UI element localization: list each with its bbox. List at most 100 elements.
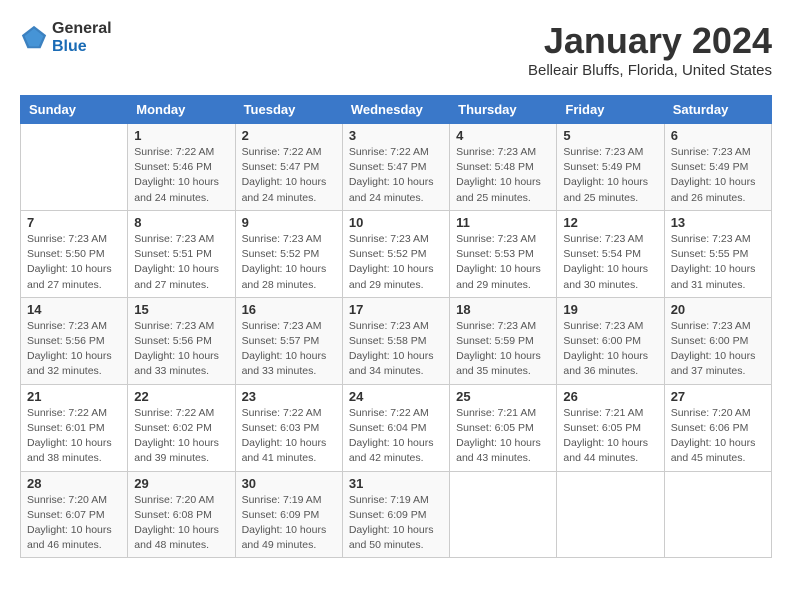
calendar-week-row: 7Sunrise: 7:23 AM Sunset: 5:50 PM Daylig… bbox=[21, 210, 772, 297]
day-number: 26 bbox=[563, 389, 657, 404]
day-info: Sunrise: 7:23 AM Sunset: 5:52 PM Dayligh… bbox=[349, 232, 443, 293]
day-info: Sunrise: 7:23 AM Sunset: 5:56 PM Dayligh… bbox=[27, 319, 121, 380]
page-header: General Blue January 2024 Belleair Bluff… bbox=[20, 20, 772, 79]
day-number: 30 bbox=[242, 476, 336, 491]
day-number: 8 bbox=[134, 215, 228, 230]
calendar-day-cell: 4Sunrise: 7:23 AM Sunset: 5:48 PM Daylig… bbox=[450, 124, 557, 211]
calendar-week-row: 28 Sunrise: 7:20 AM Sunset: 6:07 PM Dayli… bbox=[21, 471, 772, 558]
logo: General Blue bbox=[20, 20, 112, 55]
day-info: Sunrise: 7:23 AM Sunset: 5:56 PM Dayligh… bbox=[134, 319, 228, 380]
calendar-day-cell: 20Sunrise: 7:23 AM Sunset: 6:00 PM Dayli… bbox=[664, 297, 771, 384]
calendar-day-cell: 24 Sunrise: 7:22 AM Sunset: 6:04 PM Dayli… bbox=[342, 384, 449, 471]
logo-text: General Blue bbox=[52, 20, 112, 55]
day-number: 2 bbox=[242, 128, 336, 143]
day-info: Sunrise: 7:22 AM Sunset: 6:01 PM Dayligh… bbox=[27, 406, 121, 467]
calendar-week-row: 1Sunrise: 7:22 AM Sunset: 5:46 PM Daylig… bbox=[21, 124, 772, 211]
day-number: 11 bbox=[456, 215, 550, 230]
day-info: Sunrise: 7:22 AM Sunset: 6:02 PM Dayligh… bbox=[134, 406, 228, 467]
logo-icon bbox=[20, 24, 48, 52]
calendar-day-cell: 14 Sunrise: 7:23 AM Sunset: 5:56 PM Dayli… bbox=[21, 297, 128, 384]
day-number: 31 bbox=[349, 476, 443, 491]
calendar-day-cell bbox=[21, 124, 128, 211]
calendar-day-cell: 27 Sunrise: 7:20 AM Sunset: 6:06 PM Dayli… bbox=[664, 384, 771, 471]
calendar-day-cell: 29Sunrise: 7:20 AM Sunset: 6:08 PM Dayli… bbox=[128, 471, 235, 558]
calendar-subtitle: Belleair Bluffs, Florida, United States bbox=[528, 62, 772, 79]
day-number: 10 bbox=[349, 215, 443, 230]
day-of-week-header: Friday bbox=[557, 96, 664, 124]
calendar-day-cell: 9Sunrise: 7:23 AM Sunset: 5:52 PM Daylig… bbox=[235, 210, 342, 297]
day-info: Sunrise: 7:23 AM Sunset: 5:57 PM Dayligh… bbox=[242, 319, 336, 380]
day-of-week-header: Tuesday bbox=[235, 96, 342, 124]
day-info: Sunrise: 7:22 AM Sunset: 6:03 PM Dayligh… bbox=[242, 406, 336, 467]
day-number: 18 bbox=[456, 302, 550, 317]
day-info: Sunrise: 7:23 AM Sunset: 5:59 PM Dayligh… bbox=[456, 319, 550, 380]
calendar-day-cell: 11 Sunrise: 7:23 AM Sunset: 5:53 PM Dayli… bbox=[450, 210, 557, 297]
day-info: Sunrise: 7:20 AM Sunset: 6:06 PM Dayligh… bbox=[671, 406, 765, 467]
calendar-day-cell: 8 Sunrise: 7:23 AM Sunset: 5:51 PM Daylig… bbox=[128, 210, 235, 297]
day-number: 22 bbox=[134, 389, 228, 404]
day-of-week-header: Thursday bbox=[450, 96, 557, 124]
calendar-day-cell: 7Sunrise: 7:23 AM Sunset: 5:50 PM Daylig… bbox=[21, 210, 128, 297]
day-info: Sunrise: 7:20 AM Sunset: 6:07 PM Dayligh… bbox=[27, 493, 121, 554]
day-info: Sunrise: 7:23 AM Sunset: 6:00 PM Dayligh… bbox=[563, 319, 657, 380]
day-number: 3 bbox=[349, 128, 443, 143]
calendar-day-cell: 5 Sunrise: 7:23 AM Sunset: 5:49 PM Daylig… bbox=[557, 124, 664, 211]
calendar-day-cell: 31 Sunrise: 7:19 AM Sunset: 6:09 PM Dayli… bbox=[342, 471, 449, 558]
calendar-day-cell: 26Sunrise: 7:21 AM Sunset: 6:05 PM Dayli… bbox=[557, 384, 664, 471]
calendar-day-cell: 19 Sunrise: 7:23 AM Sunset: 6:00 PM Dayli… bbox=[557, 297, 664, 384]
day-number: 5 bbox=[563, 128, 657, 143]
calendar-day-cell: 10 Sunrise: 7:23 AM Sunset: 5:52 PM Dayli… bbox=[342, 210, 449, 297]
day-info: Sunrise: 7:20 AM Sunset: 6:08 PM Dayligh… bbox=[134, 493, 228, 554]
day-number: 4 bbox=[456, 128, 550, 143]
day-info: Sunrise: 7:23 AM Sunset: 5:53 PM Dayligh… bbox=[456, 232, 550, 293]
day-info: Sunrise: 7:22 AM Sunset: 6:04 PM Dayligh… bbox=[349, 406, 443, 467]
day-number: 24 bbox=[349, 389, 443, 404]
day-info: Sunrise: 7:22 AM Sunset: 5:47 PM Dayligh… bbox=[242, 145, 336, 206]
calendar-day-cell: 3 Sunrise: 7:22 AM Sunset: 5:47 PM Daylig… bbox=[342, 124, 449, 211]
calendar-day-cell bbox=[450, 471, 557, 558]
day-number: 19 bbox=[563, 302, 657, 317]
day-number: 9 bbox=[242, 215, 336, 230]
day-info: Sunrise: 7:23 AM Sunset: 5:55 PM Dayligh… bbox=[671, 232, 765, 293]
day-number: 20 bbox=[671, 302, 765, 317]
day-info: Sunrise: 7:19 AM Sunset: 6:09 PM Dayligh… bbox=[242, 493, 336, 554]
calendar-day-cell: 1Sunrise: 7:22 AM Sunset: 5:46 PM Daylig… bbox=[128, 124, 235, 211]
calendar-day-cell: 12 Sunrise: 7:23 AM Sunset: 5:54 PM Dayli… bbox=[557, 210, 664, 297]
calendar-day-cell: 30 Sunrise: 7:19 AM Sunset: 6:09 PM Dayli… bbox=[235, 471, 342, 558]
day-of-week-header: Saturday bbox=[664, 96, 771, 124]
day-info: Sunrise: 7:22 AM Sunset: 5:47 PM Dayligh… bbox=[349, 145, 443, 206]
calendar-day-cell: 28 Sunrise: 7:20 AM Sunset: 6:07 PM Dayli… bbox=[21, 471, 128, 558]
calendar-day-cell: 2 Sunrise: 7:22 AM Sunset: 5:47 PM Daylig… bbox=[235, 124, 342, 211]
calendar-header-row: SundayMondayTuesdayWednesdayThursdayFrid… bbox=[21, 96, 772, 124]
title-block: January 2024 Belleair Bluffs, Florida, U… bbox=[528, 20, 772, 79]
day-number: 21 bbox=[27, 389, 121, 404]
day-of-week-header: Monday bbox=[128, 96, 235, 124]
day-number: 27 bbox=[671, 389, 765, 404]
calendar-day-cell bbox=[557, 471, 664, 558]
day-info: Sunrise: 7:23 AM Sunset: 5:50 PM Dayligh… bbox=[27, 232, 121, 293]
day-number: 23 bbox=[242, 389, 336, 404]
day-info: Sunrise: 7:19 AM Sunset: 6:09 PM Dayligh… bbox=[349, 493, 443, 554]
day-of-week-header: Sunday bbox=[21, 96, 128, 124]
day-number: 28 bbox=[27, 476, 121, 491]
day-info: Sunrise: 7:23 AM Sunset: 5:49 PM Dayligh… bbox=[671, 145, 765, 206]
calendar-day-cell: 18 Sunrise: 7:23 AM Sunset: 5:59 PM Dayli… bbox=[450, 297, 557, 384]
logo-blue-text: Blue bbox=[52, 38, 112, 56]
day-number: 6 bbox=[671, 128, 765, 143]
calendar-week-row: 21 Sunrise: 7:22 AM Sunset: 6:01 PM Dayli… bbox=[21, 384, 772, 471]
calendar-day-cell bbox=[664, 471, 771, 558]
calendar-day-cell: 21 Sunrise: 7:22 AM Sunset: 6:01 PM Dayli… bbox=[21, 384, 128, 471]
calendar-table: SundayMondayTuesdayWednesdayThursdayFrid… bbox=[20, 95, 772, 558]
day-info: Sunrise: 7:23 AM Sunset: 5:58 PM Dayligh… bbox=[349, 319, 443, 380]
day-number: 12 bbox=[563, 215, 657, 230]
day-info: Sunrise: 7:23 AM Sunset: 5:49 PM Dayligh… bbox=[563, 145, 657, 206]
day-info: Sunrise: 7:23 AM Sunset: 5:51 PM Dayligh… bbox=[134, 232, 228, 293]
logo-general-text: General bbox=[52, 20, 112, 38]
calendar-title: January 2024 bbox=[528, 20, 772, 62]
day-number: 25 bbox=[456, 389, 550, 404]
day-number: 14 bbox=[27, 302, 121, 317]
day-info: Sunrise: 7:23 AM Sunset: 5:54 PM Dayligh… bbox=[563, 232, 657, 293]
day-number: 15 bbox=[134, 302, 228, 317]
day-number: 16 bbox=[242, 302, 336, 317]
calendar-day-cell: 16 Sunrise: 7:23 AM Sunset: 5:57 PM Dayli… bbox=[235, 297, 342, 384]
